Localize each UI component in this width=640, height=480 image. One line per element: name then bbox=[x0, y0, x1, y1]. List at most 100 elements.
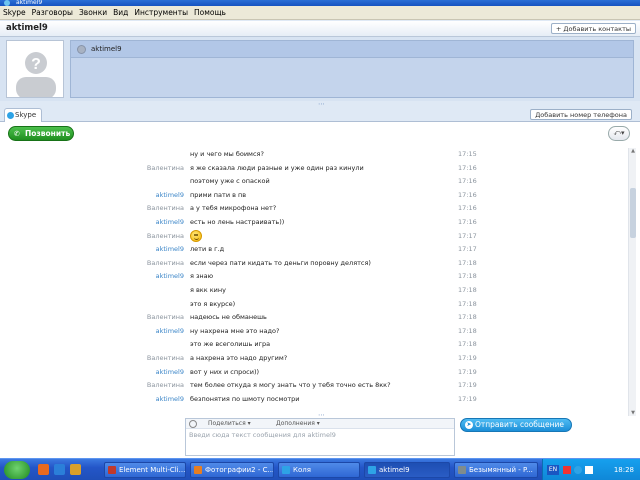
message-sender[interactable]: Валентина bbox=[64, 354, 184, 362]
folder-icon[interactable] bbox=[70, 464, 81, 475]
message-text: я знаю bbox=[190, 272, 214, 281]
message-time: 17:16 bbox=[458, 204, 477, 213]
chat-log: ну и чего мы боимся? 17:15 Валентина я же с… bbox=[0, 148, 624, 416]
message-input[interactable] bbox=[189, 431, 451, 453]
firefox-icon[interactable] bbox=[38, 464, 49, 475]
language-indicator[interactable]: EN bbox=[547, 465, 559, 475]
taskbar-button-label: Element Multi-Cli... bbox=[119, 466, 186, 474]
extras-button[interactable]: Дополнения ▾ bbox=[276, 419, 320, 429]
chat-message: ну и чего мы боимся? 17:15 bbox=[0, 148, 624, 161]
message-sender[interactable]: Валентина bbox=[64, 232, 184, 240]
taskbar-button-label: Фотографии2 - С... bbox=[205, 466, 274, 474]
task-app-icon bbox=[368, 466, 376, 474]
message-text: это же всеголишь игра bbox=[190, 340, 271, 349]
taskbar-button-label: Коля bbox=[293, 466, 311, 474]
taskbar-button[interactable]: Фотографии2 - С... bbox=[190, 462, 274, 478]
add-contacts-button[interactable]: + Добавить контакты bbox=[550, 23, 636, 34]
tray-skype-icon[interactable] bbox=[574, 466, 582, 474]
message-sender[interactable]: Валентина bbox=[64, 164, 184, 172]
message-time: 17:18 bbox=[458, 326, 477, 335]
menu-item-skype[interactable]: Skype bbox=[3, 8, 26, 17]
scroll-thumb[interactable] bbox=[630, 188, 636, 238]
message-sender[interactable]: aktimel9 bbox=[64, 368, 184, 376]
message-sender[interactable]: aktimel9 bbox=[64, 245, 184, 253]
message-text: это я вкурсе) bbox=[190, 299, 236, 308]
taskbar-button[interactable]: Element Multi-Cli... bbox=[104, 462, 186, 478]
chat-message: Валентина если через пати кидать то деньг… bbox=[0, 257, 624, 270]
message-time: 17:18 bbox=[458, 340, 477, 349]
message-sender[interactable]: aktimel9 bbox=[64, 191, 184, 199]
chat-message: aktimel9 я знаю 17:18 bbox=[0, 270, 624, 283]
message-time: 17:17 bbox=[458, 231, 477, 240]
quicklaunch-icon[interactable] bbox=[54, 464, 65, 475]
message-sender[interactable]: Валентина bbox=[64, 259, 184, 267]
tab-skype[interactable]: Skype bbox=[4, 108, 42, 122]
clock: 18:28 bbox=[613, 466, 634, 474]
chat-message: aktimel9 безпонятия по шмоту посмотри 17:1… bbox=[0, 393, 624, 406]
chat-message: Валентина тем более откуда я могу знать ч… bbox=[0, 379, 624, 392]
avatar[interactable]: ? bbox=[6, 40, 64, 98]
message-sender[interactable]: aktimel9 bbox=[64, 395, 184, 403]
message-sender[interactable]: aktimel9 bbox=[64, 218, 184, 226]
message-text: поэтому уже с опаской bbox=[190, 177, 270, 186]
message-text: ну нахрена мне это надо? bbox=[190, 326, 280, 335]
chat-message: Валентина надеюсь не обманешь 17:18 bbox=[0, 311, 624, 324]
start-button[interactable] bbox=[4, 461, 30, 479]
message-text: лети в г.д bbox=[190, 245, 225, 254]
send-message-button[interactable]: ➤ Отправить сообщение bbox=[460, 418, 572, 432]
message-text: я вкк кину bbox=[190, 286, 226, 294]
message-text: я же сказала люди разные и уже один раз … bbox=[190, 163, 364, 172]
call-options-button[interactable]: ⤺▾ bbox=[608, 126, 630, 141]
task-app-icon bbox=[108, 466, 116, 474]
message-time: 17:19 bbox=[458, 367, 477, 376]
message-time: 17:18 bbox=[458, 313, 477, 322]
send-icon: ➤ bbox=[465, 421, 473, 429]
message-text: ну и чего мы боимся? bbox=[190, 150, 264, 158]
task-app-icon bbox=[458, 466, 466, 474]
tab-bar: Skype Добавить номер телефона bbox=[0, 107, 640, 122]
message-time: 17:18 bbox=[458, 258, 477, 267]
message-sender[interactable]: aktimel9 bbox=[64, 272, 184, 280]
menu-item-conversations[interactable]: Разговоры bbox=[32, 8, 73, 17]
chat-scrollbar[interactable]: ▲ ▼ bbox=[628, 148, 636, 416]
scroll-down-arrow-icon[interactable]: ▼ bbox=[630, 410, 636, 416]
message-sender[interactable]: Валентина bbox=[64, 381, 184, 389]
tray-app-icon[interactable] bbox=[563, 466, 571, 474]
message-text: безпонятия по шмоту посмотри bbox=[190, 394, 300, 403]
contact-header: aktimel9 + Добавить контакты bbox=[0, 21, 640, 37]
menu-item-calls[interactable]: Звонки bbox=[79, 8, 107, 17]
menu-item-tools[interactable]: Инструменты bbox=[134, 8, 188, 17]
default-avatar-icon: ? bbox=[7, 41, 63, 97]
scroll-up-arrow-icon[interactable]: ▲ bbox=[630, 148, 636, 154]
taskbar-button-label: Безымянный - P... bbox=[469, 466, 533, 474]
tray-volume-icon[interactable] bbox=[585, 466, 593, 474]
emoticon-icon[interactable] bbox=[189, 420, 197, 428]
message-sender[interactable]: Валентина bbox=[64, 204, 184, 212]
message-sender[interactable]: Валентина bbox=[64, 313, 184, 321]
message-text: надеюсь не обманешь bbox=[190, 313, 267, 322]
contact-name: aktimel9 bbox=[6, 23, 48, 33]
message-sender[interactable]: aktimel9 bbox=[64, 327, 184, 335]
message-compose-box: Поделиться ▾ Дополнения ▾ bbox=[185, 418, 455, 456]
message-time: 17:19 bbox=[458, 381, 477, 390]
message-text: если через пати кидать то деньги поровну… bbox=[190, 258, 371, 267]
message-time: 17:16 bbox=[458, 177, 477, 186]
profile-area: ? aktimel9 bbox=[0, 37, 640, 101]
menu-item-help[interactable]: Помощь bbox=[194, 8, 226, 17]
share-button[interactable]: Поделиться ▾ bbox=[208, 419, 251, 429]
message-text: прими пати в пв bbox=[190, 190, 247, 199]
taskbar-button[interactable]: Коля bbox=[278, 462, 360, 478]
taskbar-button[interactable]: Безымянный - P... bbox=[454, 462, 538, 478]
message-time: 17:17 bbox=[458, 245, 477, 254]
message-time: 17:18 bbox=[458, 286, 477, 294]
call-button[interactable]: ✆ Позвонить bbox=[8, 126, 74, 141]
message-time: 17:18 bbox=[458, 299, 477, 308]
chat-message: это я вкурсе) 17:18 bbox=[0, 298, 624, 311]
taskbar-button[interactable]: aktimel9 bbox=[364, 462, 450, 478]
chat-message: aktimel9 есть но лень настраивать)) 17:16 bbox=[0, 216, 624, 229]
message-text: а у тебя микрофона нет? bbox=[190, 204, 277, 213]
phone-icon: ✆ bbox=[14, 130, 20, 138]
add-phone-button[interactable]: Добавить номер телефона bbox=[530, 109, 632, 120]
menu-item-view[interactable]: Вид bbox=[113, 8, 128, 17]
participant-row[interactable]: aktimel9 bbox=[71, 41, 633, 58]
